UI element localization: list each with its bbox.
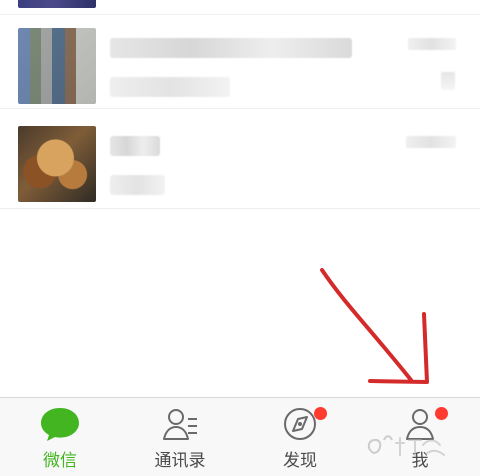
- chat-bubble-icon: [41, 408, 79, 441]
- blurred-chat-name: [110, 136, 160, 156]
- chat-list-divider: [0, 14, 480, 15]
- chat-avatar: [18, 28, 96, 104]
- tab-wechat[interactable]: 微信: [0, 398, 120, 476]
- tab-wechat-label: 微信: [43, 451, 77, 471]
- tab-contacts-label: 通讯录: [154, 451, 206, 471]
- discover-badge: [314, 407, 327, 420]
- blurred-timestamp: [406, 136, 456, 148]
- blurred-last-message: [110, 77, 230, 97]
- tab-discover[interactable]: 发现: [240, 398, 360, 476]
- blurred-timestamp: [408, 38, 456, 50]
- partial-chat-avatar: [18, 0, 96, 8]
- blurred-last-message: [110, 175, 165, 195]
- chat-list-item[interactable]: [0, 118, 480, 202]
- red-arrow-annotation: [320, 268, 429, 384]
- tab-me[interactable]: 我: [360, 398, 480, 476]
- tab-contacts[interactable]: 通讯录: [120, 398, 240, 476]
- blurred-mute-icon: [441, 72, 455, 90]
- tab-discover-label: 发现: [283, 451, 317, 471]
- me-badge: [435, 407, 448, 420]
- chat-list-divider: [0, 208, 480, 209]
- tab-me-label: 我: [411, 451, 429, 471]
- wechat-screen: 微信 通讯录 发现 我: [0, 0, 480, 476]
- arrow-stroke: [320, 268, 413, 382]
- chat-list-item[interactable]: [0, 20, 480, 104]
- chat-avatar: [18, 126, 96, 202]
- chat-list-divider: [0, 108, 480, 109]
- arrow-head: [368, 312, 429, 384]
- contacts-icon: [163, 409, 197, 440]
- bottom-tab-bar: 微信 通讯录 发现 我: [0, 397, 480, 476]
- blurred-chat-name: [110, 38, 352, 58]
